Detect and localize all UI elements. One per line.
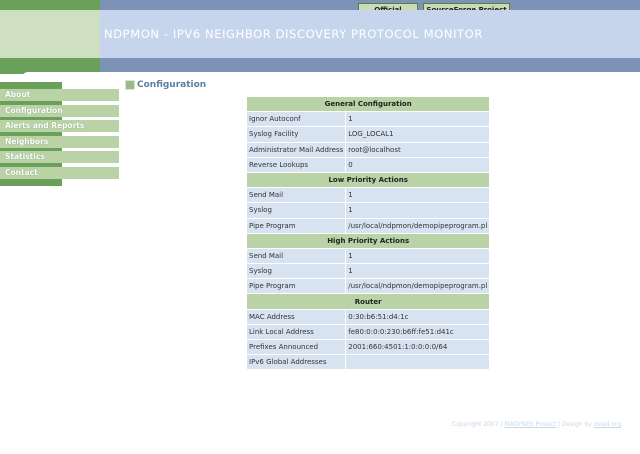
table-row: Send Mail 1 <box>247 188 490 203</box>
row-value: LOG_LOCAL1 <box>346 127 490 142</box>
nav-alerts-reports[interactable]: Alerts and Reports <box>0 120 119 133</box>
site-title: NDPMON - IPV6 NEIGHBOR DISCOVERY PROTOCO… <box>104 27 483 41</box>
sidebar-nav: About Configuration Alerts and Reports N… <box>0 89 119 183</box>
row-value: 1 <box>346 112 490 127</box>
table-row: Syslog Facility LOG_LOCAL1 <box>247 127 490 142</box>
row-value: /usr/local/ndpmon/demopipeprogram.pl <box>346 279 490 294</box>
section-title: Router <box>247 294 490 309</box>
table-row: MAC Address 0:30:b6:51:d4:1c <box>247 309 490 324</box>
row-value: 1 <box>346 203 490 218</box>
section-header-high: High Priority Actions <box>247 233 490 248</box>
row-label: Pipe Program <box>247 279 346 294</box>
configuration-table: General Configuration Ignor Autoconf 1 Sysl… <box>246 96 491 371</box>
footer-copyright: Copyright 2007 | <box>452 421 503 428</box>
row-value: 1 <box>346 248 490 264</box>
nav-neighbors[interactable]: Neighbors <box>0 135 119 148</box>
row-value: 0 <box>346 157 490 172</box>
row-label: Reverse Lookups <box>247 157 346 172</box>
row-value: 2001:660:4501:1:0:0:0:0/64 <box>346 340 490 355</box>
nav-configuration[interactable]: Configuration <box>0 104 119 117</box>
footer-design: Design by <box>562 421 592 428</box>
header-left-panel <box>0 10 100 58</box>
nav-statistics[interactable]: Statistics <box>0 151 119 164</box>
header-curve <box>22 72 640 84</box>
table-row: Syslog 1 <box>247 264 490 279</box>
row-label: Send Mail <box>247 188 346 203</box>
row-label: Administrator Mail Address <box>247 142 346 157</box>
footer-separator: | <box>558 421 561 428</box>
row-label: Ignor Autoconf <box>247 112 346 127</box>
row-label: Syslog <box>247 264 346 279</box>
row-value: /usr/local/ndpmon/demopipeprogram.pl <box>346 218 490 233</box>
table-row: Reverse Lookups 0 <box>247 157 490 172</box>
row-label: IPv6 Global Addresses <box>247 355 346 370</box>
footer-project-link[interactable]: MADYNES Project <box>504 421 556 428</box>
table-row: Send Mail 1 <box>247 248 490 264</box>
section-header-low: Low Priority Actions <box>247 172 490 188</box>
grid-icon <box>125 80 135 90</box>
section-title: High Priority Actions <box>247 233 490 248</box>
section-header-router: Router <box>247 294 490 309</box>
nav-about[interactable]: About <box>0 89 119 101</box>
section-title: Low Priority Actions <box>247 172 490 188</box>
row-label: Send Mail <box>247 248 346 264</box>
row-label: Prefixes Announced <box>247 340 346 355</box>
footer-designer-link[interactable]: oswd.org <box>594 421 621 428</box>
row-label: Syslog Facility <box>247 127 346 142</box>
footer: Copyright 2007 | MADYNES Project | Desig… <box>452 421 621 428</box>
nav-contact[interactable]: Contact <box>0 166 119 179</box>
row-value: fe80:0:0:0:230:b6ff:fe51:d41c <box>346 324 490 339</box>
row-value: 1 <box>346 188 490 203</box>
section-title: General Configuration <box>247 97 490 112</box>
row-label: Pipe Program <box>247 218 346 233</box>
row-label: Link Local Address <box>247 324 346 339</box>
row-value: root@localhost <box>346 142 490 157</box>
table-row: Link Local Address fe80:0:0:0:230:b6ff:fe… <box>247 324 490 339</box>
table-row: IPv6 Global Addresses <box>247 355 490 370</box>
top-bar-left <box>0 0 100 10</box>
page-title: Configuration <box>137 80 207 90</box>
table-row: Syslog 1 <box>247 203 490 218</box>
table-row: Pipe Program/usr/local/ndpmon/demopipepr… <box>247 279 490 294</box>
section-header-general: General Configuration <box>247 97 490 112</box>
table-row: Ignor Autoconf 1 <box>247 112 490 127</box>
row-value: 0:30:b6:51:d4:1c <box>346 309 490 324</box>
table-row: Pipe Program/usr/local/ndpmon/demopipepr… <box>247 218 490 233</box>
page-heading: Configuration <box>125 79 207 91</box>
table-row: Prefixes Announced 2001:660:4501:1:0:0:0:… <box>247 340 490 355</box>
row-label: Syslog <box>247 203 346 218</box>
row-value: 1 <box>346 264 490 279</box>
row-value <box>346 355 490 370</box>
row-label: MAC Address <box>247 309 346 324</box>
table-row: Administrator Mail Address root@localhost <box>247 142 490 157</box>
